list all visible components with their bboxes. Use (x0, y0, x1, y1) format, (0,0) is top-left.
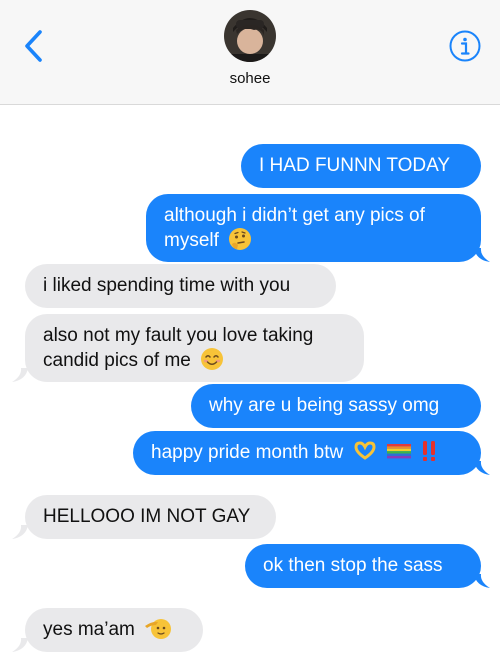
message-bubble-outgoing[interactable]: although i didn’t get any pics of myself (146, 194, 481, 262)
message-text: also not my fault you love taking candid… (43, 325, 314, 371)
message-thread[interactable]: I HAD FUNNN TODAY although i didn’t get … (0, 104, 500, 662)
message-text: happy pride month btw (151, 442, 344, 463)
message-bubble-outgoing[interactable]: ok then stop the sass (245, 544, 481, 588)
chevron-left-icon (25, 30, 42, 62)
message-bubble-incoming[interactable]: also not my fault you love taking candid… (25, 314, 364, 382)
message-text: yes ma’am (43, 619, 135, 640)
message-bubble-outgoing[interactable]: happy pride month btw (133, 431, 481, 475)
bubble-tail (12, 525, 28, 539)
message-text: although i didn’t get any pics of myself (164, 205, 425, 251)
rainbow-emoji (386, 443, 411, 459)
message-bubble-outgoing[interactable]: I HAD FUNNN TODAY (241, 144, 481, 188)
message-text: why are u being sassy omg (209, 395, 440, 416)
message-text: I HAD FUNNN TODAY (259, 155, 451, 176)
message-text: HELLOOO IM NOT GAY (43, 506, 251, 527)
heart-hands-emoji (354, 441, 376, 460)
bubble-tail (474, 248, 490, 262)
smiling-face-emoji (201, 347, 224, 370)
message-bubble-incoming[interactable]: HELLOOO IM NOT GAY (25, 495, 276, 539)
message-bubble-outgoing[interactable]: why are u being sassy omg (191, 384, 481, 428)
message-text: ok then stop the sass (263, 555, 443, 576)
bubble-tail (12, 368, 28, 382)
contact-name[interactable]: sohee (0, 70, 500, 87)
info-icon (449, 30, 481, 62)
message-text: i liked spending time with you (43, 275, 291, 296)
thinking-face-emoji (229, 227, 252, 250)
saluting-face-emoji (145, 618, 172, 639)
message-bubble-incoming[interactable]: yes ma’am (25, 608, 203, 652)
bubble-tail (474, 461, 490, 475)
double-exclamation-emoji (423, 440, 436, 461)
conversation-header: sohee (0, 0, 500, 105)
message-bubble-incoming[interactable]: i liked spending time with you (25, 264, 336, 308)
back-button[interactable] (20, 28, 50, 64)
avatar[interactable] (224, 10, 276, 62)
bubble-tail (474, 574, 490, 588)
bubble-tail (12, 638, 28, 652)
info-button[interactable] (448, 29, 482, 63)
